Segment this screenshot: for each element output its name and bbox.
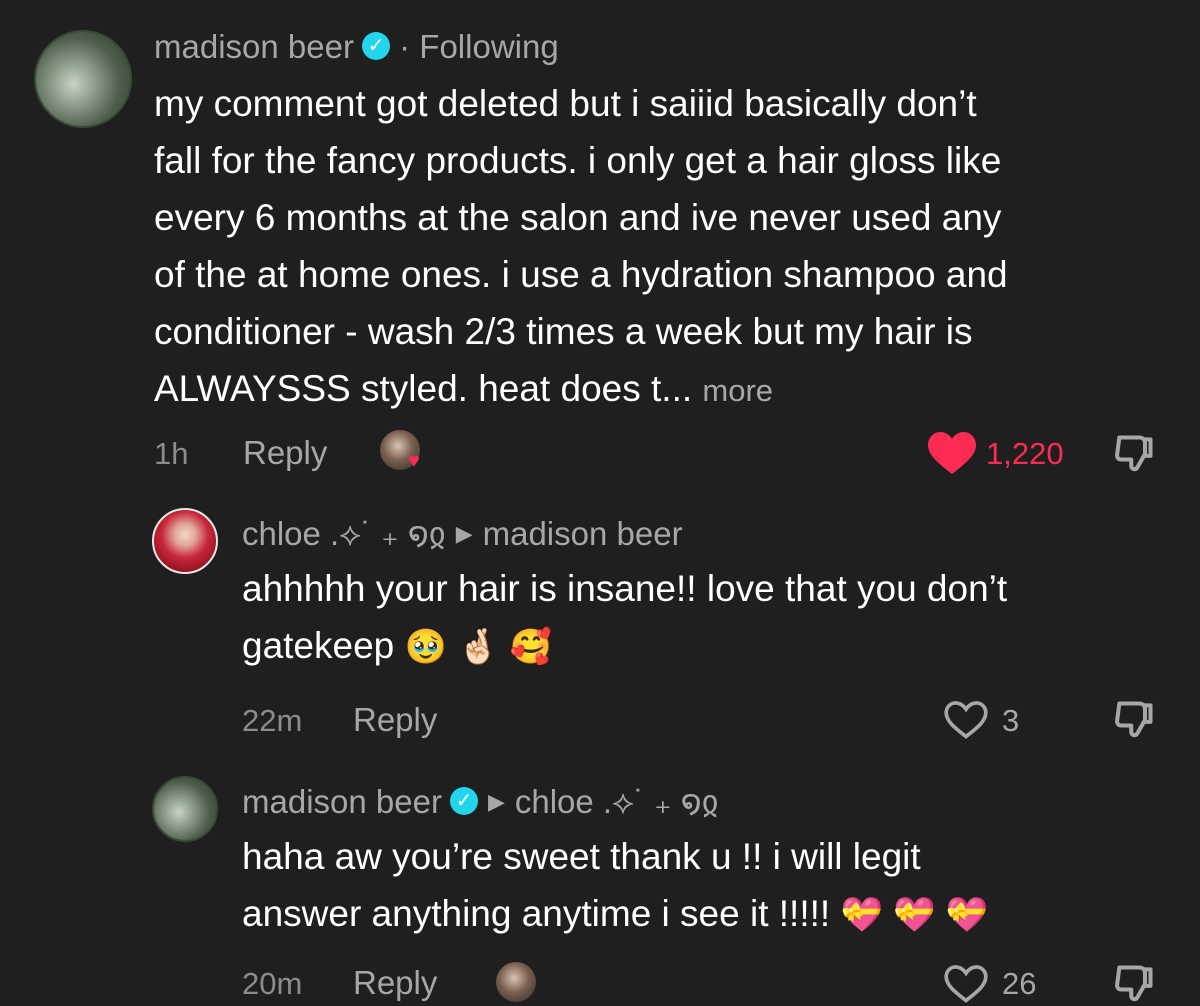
reply-button[interactable]: Reply xyxy=(353,701,437,739)
heart-badge-icon: ♥ xyxy=(408,450,420,472)
separator: · xyxy=(399,28,411,65)
comment-line: haha aw you’re sweet thank u !! i will l… xyxy=(242,836,921,877)
comment-time: 20m xyxy=(242,966,303,1001)
emoji-heart-ribbon: 💝 xyxy=(840,896,883,934)
more-link[interactable]: more xyxy=(702,373,773,408)
comment-line: ahhhhh your hair is insane!! love that y… xyxy=(242,568,1008,609)
creator-liked-avatar: ♥ xyxy=(380,430,430,476)
comment-author-row: madison beer ✓ ▶ chloe .⟡˙ ₊ ໑ჲ xyxy=(242,782,719,822)
reply-button[interactable]: Reply xyxy=(353,964,437,1002)
reply-to-name[interactable]: chloe .⟡˙ ₊ ໑ჲ xyxy=(515,783,719,820)
comment-line: gatekeep 🥹 🤞🏻 🥰 xyxy=(242,625,553,666)
reply-to-name[interactable]: madison beer xyxy=(483,515,683,552)
emoji-pleading: 🥹 xyxy=(404,628,447,666)
comment-line: ALWAYSSS styled. heat does t... more xyxy=(154,368,774,409)
heart-filled-icon[interactable] xyxy=(928,432,976,474)
avatar[interactable] xyxy=(34,30,132,128)
comment-author-row: madison beer ✓ · Following xyxy=(154,28,559,66)
comment-line: answer anything anytime i see it !!!!! 💝… xyxy=(242,893,989,934)
emoji-heart-ribbon: 💝 xyxy=(945,896,989,934)
author-name[interactable]: madison beer xyxy=(242,783,442,820)
verified-badge-icon: ✓ xyxy=(449,787,478,816)
author-name[interactable]: chloe .⟡˙ ₊ ໑ჲ xyxy=(242,515,446,552)
verified-badge-icon: ✓ xyxy=(361,32,390,61)
heart-outline-icon[interactable] xyxy=(944,964,988,1004)
like-count: 3 xyxy=(1002,703,1020,738)
comment-text: ahhhhh your hair is insane!! love that y… xyxy=(242,560,1172,676)
comment-line: conditioner - wash 2/3 times a week but … xyxy=(154,311,973,352)
like-count: 1,220 xyxy=(986,436,1064,471)
comment-time: 22m xyxy=(242,703,303,738)
comment-line: my comment got deleted but i saiiid basi… xyxy=(154,83,977,124)
author-name[interactable]: madison beer xyxy=(154,28,354,65)
creator-avatar xyxy=(496,962,536,1002)
thumbs-down-icon[interactable] xyxy=(1112,962,1156,1006)
comment-line: of the at home ones. i use a hydration s… xyxy=(154,254,1008,295)
reply-arrow-icon: ▶ xyxy=(455,521,473,546)
comment-line: every 6 months at the salon and ive neve… xyxy=(154,197,1002,238)
like-count: 26 xyxy=(1002,966,1037,1001)
heart-outline-icon[interactable] xyxy=(944,700,988,740)
reply-button[interactable]: Reply xyxy=(243,434,327,472)
emoji-heart-ribbon: 💝 xyxy=(893,896,936,934)
comment-line: fall for the fancy products. i only get … xyxy=(154,140,1002,181)
comment-time: 1h xyxy=(154,436,189,471)
thumbs-down-icon[interactable] xyxy=(1112,698,1156,742)
following-status[interactable]: Following xyxy=(419,28,558,65)
emoji-crossed-fingers: 🤞🏻 xyxy=(457,628,500,666)
avatar[interactable] xyxy=(152,508,218,574)
comment-text: haha aw you’re sweet thank u !! i will l… xyxy=(242,828,1172,944)
comment-text: my comment got deleted but i saiiid basi… xyxy=(154,75,1174,419)
emoji-smiling-hearts: 🥰 xyxy=(509,628,553,666)
comment-author-row: chloe .⟡˙ ₊ ໑ჲ ▶ madison beer xyxy=(242,514,683,554)
thumbs-down-icon[interactable] xyxy=(1112,432,1156,476)
avatar[interactable] xyxy=(152,776,218,842)
reply-arrow-icon: ▶ xyxy=(487,789,505,814)
